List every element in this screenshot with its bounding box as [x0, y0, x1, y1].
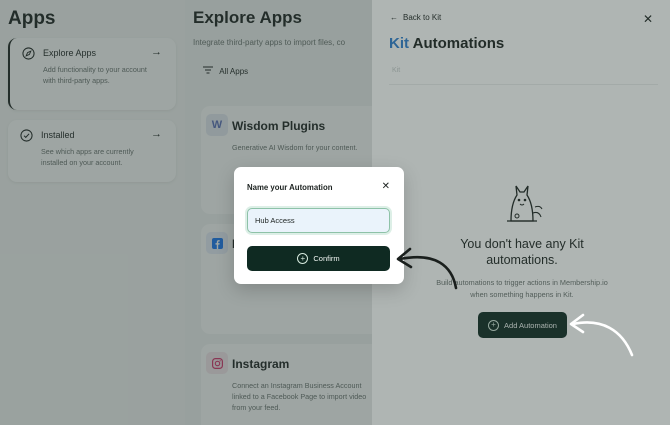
plus-circle-icon: + — [297, 253, 309, 264]
confirm-button[interactable]: + Confirm — [247, 246, 390, 271]
automation-name-input[interactable] — [247, 208, 390, 233]
drawer-backdrop — [372, 0, 670, 425]
name-automation-modal: Name your Automation ✕ + Confirm — [234, 167, 404, 284]
modal-title: Name your Automation — [247, 183, 333, 192]
close-icon[interactable]: ✕ — [382, 181, 390, 192]
confirm-label: Confirm — [313, 254, 340, 263]
